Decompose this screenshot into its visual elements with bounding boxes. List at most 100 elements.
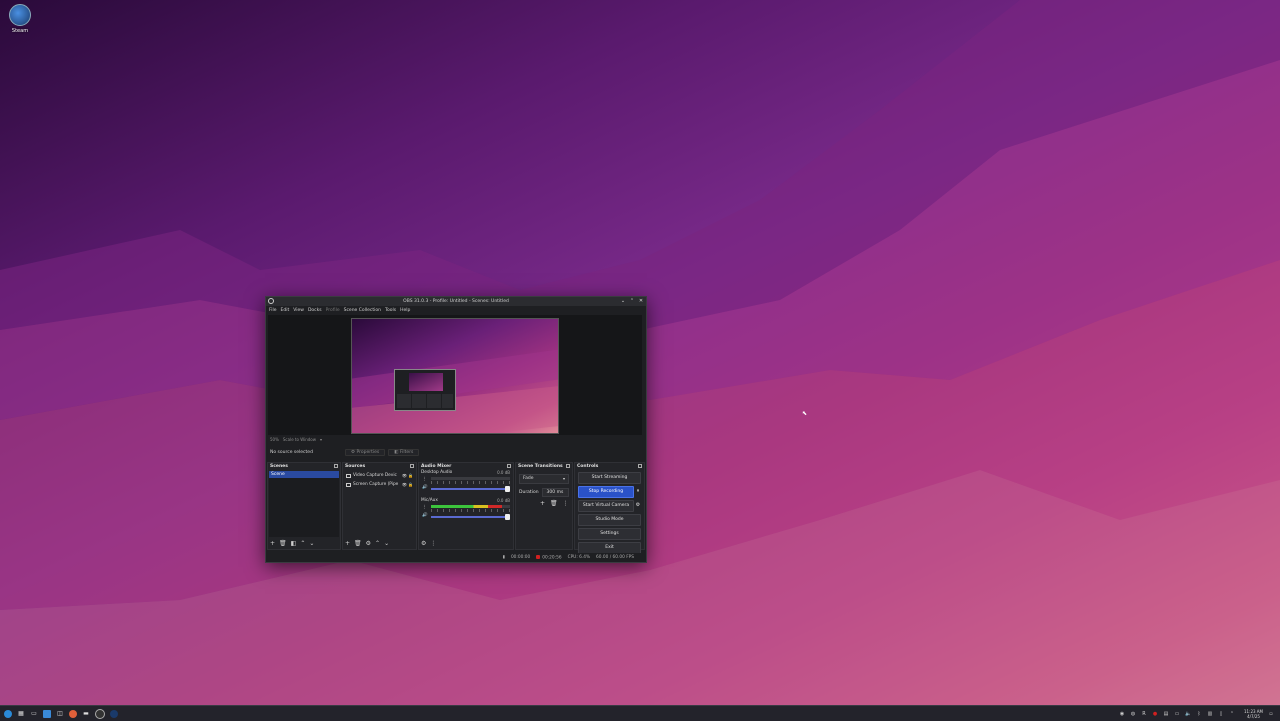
sources-toolbar: + 🗑 ⚙ ⌃ ⌄ bbox=[345, 540, 389, 547]
volume-icon[interactable]: 🔈 bbox=[1185, 711, 1191, 717]
source-item[interactable]: Video Capture Devic 👁 🔒 bbox=[344, 471, 415, 480]
stop-recording-button[interactable]: Stop Recording bbox=[578, 486, 634, 498]
minimize-icon[interactable]: ⌄ bbox=[620, 298, 626, 304]
menu-edit[interactable]: Edit bbox=[281, 308, 290, 313]
properties-bar: No source selected ⚙ Properties ◧ Filter… bbox=[268, 447, 642, 457]
transitions-dock-title: Scene Transitions bbox=[518, 464, 563, 469]
titlebar[interactable]: OBS 31.0.3 - Profile: Untitled - Scenes:… bbox=[266, 297, 646, 306]
steam-taskbar-icon[interactable] bbox=[110, 709, 118, 718]
undock-icon[interactable] bbox=[334, 464, 338, 468]
menu-help[interactable]: Help bbox=[400, 308, 410, 313]
maximize-icon[interactable]: ⌃ bbox=[629, 298, 635, 304]
undock-icon[interactable] bbox=[507, 464, 511, 468]
gear-icon[interactable]: ⚙ bbox=[366, 540, 371, 547]
source-item[interactable]: Screen Capture (Pipe 👁 🔒 bbox=[344, 480, 415, 489]
window-title: OBS 31.0.3 - Profile: Untitled - Scenes:… bbox=[403, 299, 509, 304]
system-monitor-icon[interactable]: ▬ bbox=[82, 710, 90, 718]
mouse-cursor-icon: ⬉ bbox=[802, 410, 808, 417]
channel-db: 0.0 dB bbox=[497, 470, 510, 475]
trash-icon[interactable]: 🗑 bbox=[279, 540, 287, 547]
firefox-icon[interactable] bbox=[69, 709, 77, 718]
menu-view[interactable]: View bbox=[293, 308, 304, 313]
start-streaming-button[interactable]: Start Streaming bbox=[578, 472, 641, 484]
undock-icon[interactable] bbox=[638, 464, 642, 468]
virtual-camera-row: Start Virtual Camera ⚙ bbox=[575, 498, 644, 512]
slider-handle[interactable] bbox=[505, 514, 510, 520]
add-icon[interactable]: + bbox=[345, 540, 350, 547]
volume-slider[interactable] bbox=[431, 486, 510, 492]
status-bar: ▮ 00:00:00 00:20:56 CPU: 6.4% 60.00 / 60… bbox=[266, 553, 646, 562]
transition-select[interactable]: Fade ▾ bbox=[519, 474, 569, 484]
record-tray-icon[interactable]: ● bbox=[1152, 711, 1158, 717]
battery-icon[interactable]: ▯ bbox=[1218, 711, 1224, 717]
clipboard-icon[interactable]: ▤ bbox=[1163, 711, 1169, 717]
taskbar: ▦ ▭ ◫ ▬ ◉ ◍ R ● ▤ ▭ 🔈 ᛒ ▥ ▯ ⌃ 11:23 AM 4… bbox=[0, 705, 1280, 721]
move-up-icon[interactable]: ⌃ bbox=[300, 540, 305, 547]
menu-docks[interactable]: Docks bbox=[308, 308, 322, 313]
desktop-icon-steam[interactable]: Steam bbox=[6, 4, 34, 34]
settings-button[interactable]: Settings bbox=[578, 528, 641, 540]
mixer-channel-mic: Mic/Aux 0.0 dB ⋮ 🔊 bbox=[419, 498, 513, 526]
gear-icon[interactable]: ⚙ bbox=[421, 540, 426, 547]
volume-slider[interactable] bbox=[431, 514, 510, 520]
undock-icon[interactable] bbox=[566, 464, 570, 468]
clock[interactable]: 11:23 AM 4/7/25 bbox=[1244, 709, 1263, 719]
monitor-icon bbox=[346, 482, 351, 487]
trash-icon[interactable]: 🗑 bbox=[550, 500, 558, 507]
channel-menu-icon[interactable]: ⋮ bbox=[422, 505, 427, 510]
close-icon[interactable]: ✕ bbox=[638, 298, 644, 304]
app-launcher-icon[interactable] bbox=[4, 709, 12, 718]
program-preview[interactable] bbox=[351, 318, 559, 434]
eye-icon[interactable]: 👁 bbox=[402, 482, 407, 487]
bluetooth-icon[interactable]: ᛒ bbox=[1196, 711, 1202, 717]
konsole-icon[interactable]: ▭ bbox=[30, 710, 38, 718]
filter-icon[interactable]: ◧ bbox=[291, 540, 297, 547]
speaker-icon[interactable]: 🔊 bbox=[422, 513, 428, 518]
network-icon[interactable]: ▥ bbox=[1207, 711, 1213, 717]
r-tray-icon[interactable]: R bbox=[1141, 711, 1147, 717]
chevron-down-icon[interactable]: ▾ bbox=[320, 437, 322, 442]
filters-button[interactable]: ◧ Filters bbox=[388, 448, 420, 456]
scenes-list: Scene bbox=[269, 471, 339, 537]
scene-item[interactable]: Scene bbox=[269, 471, 339, 478]
trash-icon[interactable]: 🗑 bbox=[354, 540, 362, 547]
show-desktop-icon[interactable]: ▫ bbox=[1268, 711, 1274, 717]
eye-icon[interactable]: 👁 bbox=[402, 473, 407, 478]
more-icon[interactable]: ⋮ bbox=[430, 540, 436, 547]
move-down-icon[interactable]: ⌄ bbox=[309, 540, 314, 547]
slider-handle[interactable] bbox=[505, 486, 510, 492]
menu-scene-collection[interactable]: Scene Collection bbox=[344, 308, 381, 313]
steam-tray-icon[interactable]: ◍ bbox=[1130, 711, 1136, 717]
meter-scale bbox=[431, 509, 510, 512]
dolphin-icon[interactable] bbox=[43, 709, 51, 718]
undock-icon[interactable] bbox=[410, 464, 414, 468]
channel-menu-icon[interactable]: ⋮ bbox=[422, 477, 427, 482]
obs-tray-icon[interactable]: ◉ bbox=[1119, 711, 1125, 717]
add-icon[interactable]: + bbox=[270, 540, 275, 547]
display-icon[interactable]: ▭ bbox=[1174, 711, 1180, 717]
menu-file[interactable]: File bbox=[269, 308, 277, 313]
properties-button[interactable]: ⚙ Properties bbox=[345, 448, 386, 456]
chevron-up-icon[interactable]: ⌃ bbox=[1229, 711, 1235, 717]
move-up-icon[interactable]: ⌃ bbox=[375, 540, 380, 547]
mixer-dock-header: Audio Mixer bbox=[419, 463, 513, 470]
start-virtual-camera-button[interactable]: Start Virtual Camera bbox=[578, 500, 634, 512]
duration-input[interactable]: 300 ms bbox=[541, 488, 569, 497]
add-icon[interactable]: + bbox=[540, 500, 545, 507]
pager-icon[interactable]: ▦ bbox=[17, 710, 25, 718]
audio-mixer-dock: Audio Mixer Desktop Audio 0.0 dB ⋮ 🔊 Mic… bbox=[418, 462, 514, 550]
gear-icon[interactable]: ⚙ bbox=[635, 502, 641, 508]
studio-mode-button[interactable]: Studio Mode bbox=[578, 514, 641, 526]
more-icon[interactable]: ⋮ bbox=[563, 500, 569, 507]
channel-db: 0.0 dB bbox=[497, 498, 510, 503]
obs-taskbar-icon[interactable] bbox=[95, 708, 105, 719]
pause-icon[interactable]: ⏸ bbox=[635, 488, 641, 494]
preview-scale-mode[interactable]: Scale to Window bbox=[283, 437, 316, 442]
lock-icon[interactable]: 🔒 bbox=[408, 473, 413, 478]
move-down-icon[interactable]: ⌄ bbox=[384, 540, 389, 547]
menu-profile[interactable]: Profile bbox=[326, 308, 340, 313]
discover-icon[interactable]: ◫ bbox=[56, 710, 64, 718]
speaker-icon[interactable]: 🔊 bbox=[422, 485, 428, 490]
lock-icon[interactable]: 🔒 bbox=[408, 482, 413, 487]
menu-tools[interactable]: Tools bbox=[385, 308, 396, 313]
